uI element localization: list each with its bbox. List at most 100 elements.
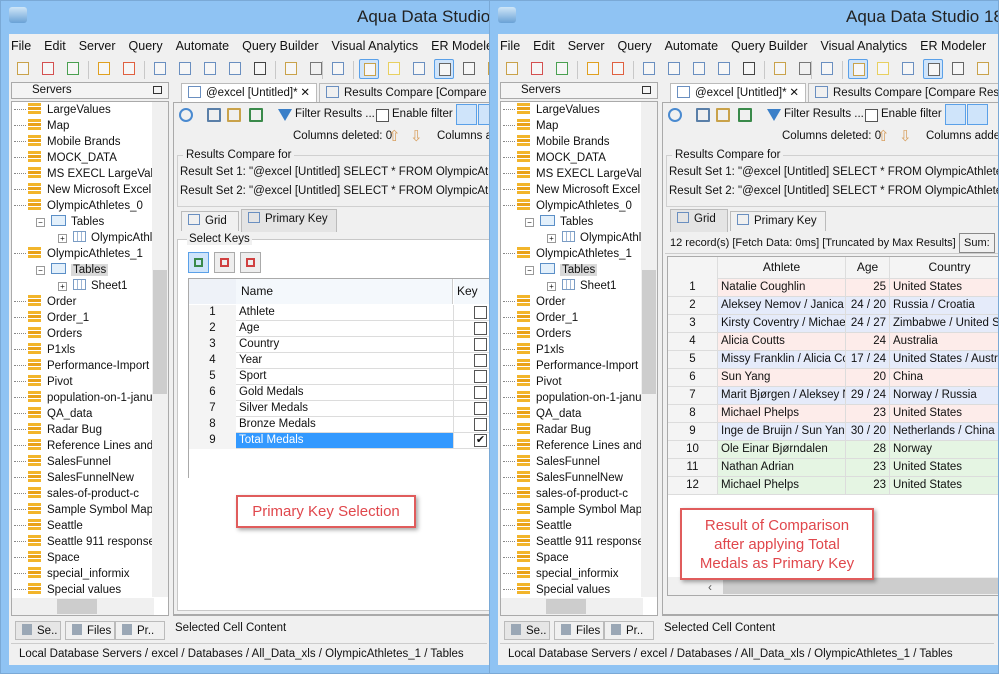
country-cell[interactable]: United States bbox=[890, 279, 998, 297]
column-name-cell[interactable]: Sport bbox=[236, 369, 454, 385]
tree-item[interactable]: P1xls bbox=[14, 342, 75, 358]
athlete-cell[interactable]: Aleksey Nemov / Janica Kostelic bbox=[718, 297, 846, 315]
tree-item[interactable]: special_informix bbox=[14, 566, 129, 582]
grid-row[interactable]: 12 Michael Phelps 23 United States bbox=[668, 477, 998, 495]
tab-results-compare[interactable]: Results Compare [Compare Results] bbox=[808, 83, 998, 102]
subtab-grid[interactable]: Grid bbox=[181, 211, 239, 231]
tree-item[interactable]: Space bbox=[14, 550, 80, 566]
key-row[interactable]: 2 Age bbox=[189, 321, 491, 337]
query-window-2-icon[interactable] bbox=[200, 59, 220, 79]
tree-item[interactable]: population-on-1-january bbox=[503, 390, 657, 406]
tree-item[interactable]: Order bbox=[14, 294, 76, 310]
select-all-keys-icon[interactable] bbox=[188, 252, 209, 273]
tab-results-compare[interactable]: Results Compare [Compare Results] bbox=[319, 83, 491, 102]
table-view-icon[interactable] bbox=[923, 59, 943, 79]
key-row[interactable]: 1 Athlete bbox=[189, 305, 491, 321]
key-row[interactable]: 4 Year bbox=[189, 353, 491, 369]
country-cell[interactable]: United States / Australia bbox=[890, 351, 998, 369]
restore-panel-icon[interactable] bbox=[153, 86, 162, 94]
dropdown-arrow-icon[interactable] bbox=[795, 59, 815, 79]
clear-keys-icon[interactable] bbox=[214, 252, 235, 273]
column-name-cell[interactable]: Total Medals bbox=[236, 433, 454, 449]
grid-row[interactable]: 7Marit Bjørgen / Aleksey Nemov29 / 24Nor… bbox=[668, 387, 998, 405]
diagram-view-icon[interactable] bbox=[973, 59, 993, 79]
tab-query-editor[interactable]: @excel [Untitled]* ✕ bbox=[670, 83, 806, 102]
menu-visual-analytics[interactable]: Visual Analytics bbox=[332, 39, 419, 53]
key-row[interactable]: 9 Total Medals ✔ bbox=[189, 433, 491, 449]
athlete-cell[interactable]: Ole Einar Bjørndalen bbox=[718, 441, 846, 459]
query-window-2-icon[interactable] bbox=[689, 59, 709, 79]
tree-item[interactable]: Orders bbox=[14, 326, 82, 342]
age-cell[interactable]: 24 bbox=[846, 333, 890, 351]
expand-icon[interactable]: + bbox=[547, 234, 556, 243]
tree-item[interactable]: − Tables bbox=[36, 262, 109, 278]
expand-icon[interactable]: + bbox=[58, 282, 67, 291]
tree-item[interactable]: P1xls bbox=[503, 342, 564, 358]
menu-edit[interactable]: Edit bbox=[44, 39, 66, 53]
tree-item[interactable]: OlympicAthletes_1 bbox=[14, 246, 143, 262]
tree-item[interactable]: Mobile Brands bbox=[14, 134, 121, 150]
column-name-cell[interactable]: Athlete bbox=[236, 305, 454, 321]
schema-window-icon[interactable] bbox=[225, 59, 245, 79]
menu-query[interactable]: Query bbox=[129, 39, 163, 53]
tree-item[interactable]: QA_data bbox=[503, 406, 581, 422]
athlete-cell[interactable]: Missy Franklin / Alicia Coutts bbox=[718, 351, 846, 369]
column-header-country[interactable]: Country bbox=[890, 257, 998, 279]
age-cell[interactable]: 25 bbox=[846, 279, 890, 297]
history-icon[interactable] bbox=[817, 59, 837, 79]
age-cell[interactable]: 30 / 20 bbox=[846, 423, 890, 441]
tree-item[interactable]: New Microsoft Excel Wo bbox=[14, 182, 168, 198]
tree-item[interactable]: Radar Bug bbox=[14, 422, 102, 438]
tree-hscroll-thumb[interactable] bbox=[57, 599, 97, 614]
tree-item[interactable]: Order_1 bbox=[14, 310, 89, 326]
key-row[interactable]: 7 Silver Medals bbox=[189, 401, 491, 417]
column-header-athlete[interactable]: Athlete bbox=[718, 257, 846, 279]
bottom-tab-projects[interactable]: Pr.. bbox=[604, 621, 654, 640]
filter-icon[interactable] bbox=[278, 109, 292, 121]
age-cell[interactable]: 23 bbox=[846, 405, 890, 423]
menu-er-modeler[interactable]: ER Modeler bbox=[431, 39, 491, 53]
column-name-cell[interactable]: Silver Medals bbox=[236, 401, 454, 417]
delete-server-icon[interactable] bbox=[527, 59, 547, 79]
bottom-tab-servers[interactable]: Se.. bbox=[15, 621, 61, 640]
tree-item[interactable]: Special values bbox=[503, 582, 610, 598]
tree-item[interactable]: − Tables bbox=[525, 214, 593, 230]
athlete-cell[interactable]: Natalie Coughlin bbox=[718, 279, 846, 297]
tree-item[interactable]: sales-of-product-c bbox=[14, 486, 139, 502]
collapse-icon[interactable]: − bbox=[36, 218, 45, 227]
refresh-icon[interactable] bbox=[668, 108, 682, 122]
form-view-icon[interactable] bbox=[459, 59, 479, 79]
tree-item[interactable]: Order bbox=[503, 294, 565, 310]
menu-er-modeler[interactable]: ER Modeler bbox=[920, 39, 986, 53]
key-checkbox[interactable] bbox=[474, 322, 487, 335]
server-grid-icon[interactable] bbox=[552, 59, 572, 79]
horizontal-layout-icon[interactable] bbox=[945, 104, 966, 125]
export-excel-icon[interactable] bbox=[249, 108, 263, 122]
tree-item[interactable]: MS EXECL LargeVal bbox=[14, 166, 153, 182]
key-row[interactable]: 3 Country bbox=[189, 337, 491, 353]
script-icon[interactable] bbox=[770, 59, 790, 79]
key-row[interactable]: 8 Bronze Medals bbox=[189, 417, 491, 433]
grid-row[interactable]: 1 Natalie Coughlin 25 United States bbox=[668, 279, 998, 297]
menu-automate[interactable]: Automate bbox=[176, 39, 230, 53]
expand-icon[interactable]: + bbox=[58, 234, 67, 243]
menu-edit[interactable]: Edit bbox=[533, 39, 555, 53]
column-name-cell[interactable]: Gold Medals bbox=[236, 385, 454, 401]
table-view-icon[interactable] bbox=[434, 59, 454, 79]
tree-item[interactable]: SalesFunnelNew bbox=[503, 470, 623, 486]
grid-row[interactable]: 4 Alicia Coutts 24 Australia bbox=[668, 333, 998, 351]
key-row[interactable]: 5 Sport bbox=[189, 369, 491, 385]
query-analyzer-icon[interactable] bbox=[639, 59, 659, 79]
subtab-primary-key[interactable]: Primary Key bbox=[241, 209, 337, 232]
tree-item[interactable]: MS EXECL LargeVal bbox=[503, 166, 642, 182]
tree-item[interactable]: + Sheet1 bbox=[547, 278, 616, 294]
tree-item[interactable]: population-on-1-january bbox=[14, 390, 168, 406]
new-server-icon[interactable] bbox=[502, 59, 522, 79]
find-icon[interactable] bbox=[227, 108, 241, 122]
age-cell[interactable]: 20 bbox=[846, 369, 890, 387]
vertical-layout-icon[interactable] bbox=[967, 104, 988, 125]
tree-item[interactable]: Special values bbox=[14, 582, 121, 598]
enable-filter-checkbox[interactable] bbox=[865, 109, 878, 122]
script-icon[interactable] bbox=[281, 59, 301, 79]
tree-item[interactable]: Map bbox=[14, 118, 69, 134]
